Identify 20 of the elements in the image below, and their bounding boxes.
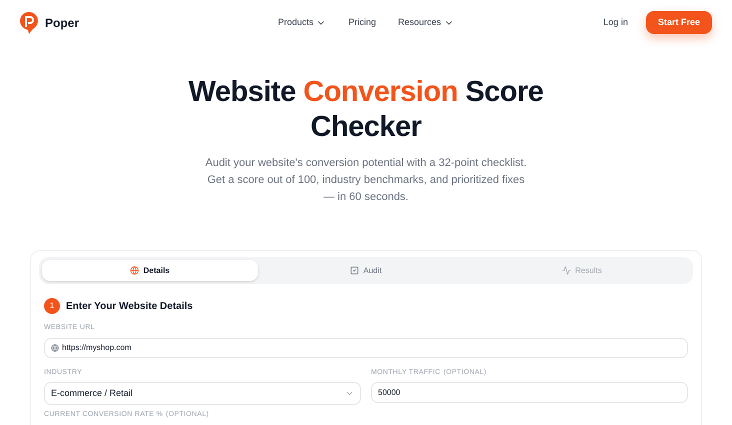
login-link[interactable]: Log in xyxy=(603,16,628,30)
globe-icon xyxy=(130,266,140,275)
url-input[interactable]: https://myshop.com xyxy=(44,338,688,358)
nav-link[interactable]: Products xyxy=(278,16,326,30)
hero-subtitle: Audit your website's conversion potential with a 32-point checklist. Get a score out of 100, industry benchmarks, and prioritized fixes — in 60 seconds. xyxy=(204,156,528,205)
chevron-down-icon xyxy=(345,389,354,398)
tab[interactable]: Audit xyxy=(258,260,474,281)
logo-icon xyxy=(20,12,38,34)
traffic-input[interactable]: 50000 xyxy=(371,382,688,403)
industry-select[interactable]: E-commerce / Retail xyxy=(44,382,361,405)
checkbox-icon xyxy=(350,266,360,275)
brand-name: Poper xyxy=(45,14,80,32)
globe-icon xyxy=(51,344,59,352)
pulse-icon xyxy=(562,266,572,275)
hero-title: Website Conversion Score Checker xyxy=(188,75,544,145)
nav-link[interactable]: Resources xyxy=(398,16,454,30)
step-title: Enter Your Website Details xyxy=(66,300,193,314)
tab[interactable]: Details xyxy=(42,260,258,281)
nav-link[interactable]: Pricing xyxy=(348,16,376,30)
step-number: 1 xyxy=(44,298,60,314)
